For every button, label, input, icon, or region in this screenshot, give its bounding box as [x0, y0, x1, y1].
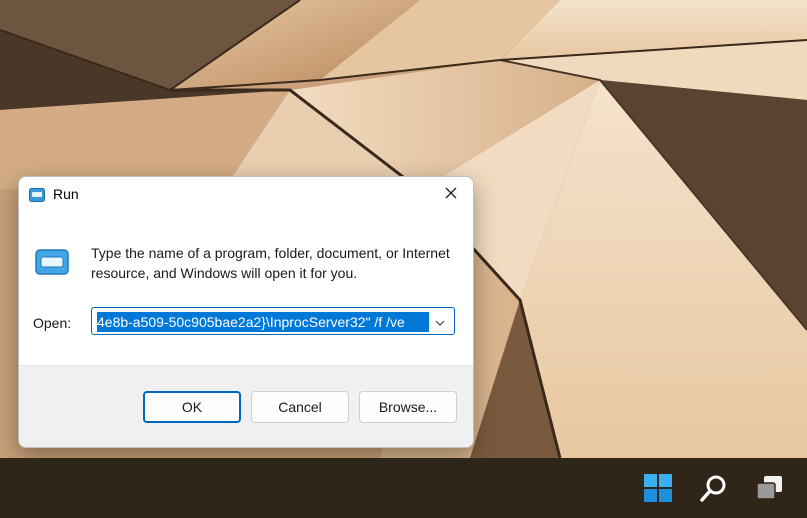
- task-view-icon[interactable]: [754, 472, 786, 504]
- close-icon: [445, 186, 457, 204]
- run-description: Type the name of a program, folder, docu…: [91, 245, 450, 281]
- close-button[interactable]: [437, 181, 465, 209]
- open-label: Open:: [33, 315, 71, 331]
- run-icon: [29, 188, 45, 202]
- cancel-button[interactable]: Cancel: [251, 391, 349, 423]
- open-label-text: Open:: [33, 315, 72, 331]
- dialog-footer: OK Cancel Browse...: [19, 365, 473, 447]
- run-dialog: Run Type the name of a program, folder, …: [18, 176, 474, 448]
- open-dropdown-button[interactable]: [430, 312, 450, 332]
- run-program-icon: [35, 249, 71, 277]
- title-bar[interactable]: Run: [19, 177, 473, 213]
- windows-start-icon[interactable]: [642, 472, 674, 504]
- dialog-title: Run: [53, 186, 79, 202]
- browse-button[interactable]: Browse...: [359, 391, 457, 423]
- open-input[interactable]: 4e8b-a509-50c905bae2a2}\InprocServer32" …: [97, 312, 429, 332]
- taskbar: [0, 458, 807, 518]
- chevron-down-icon: [435, 313, 445, 331]
- ok-button[interactable]: OK: [143, 391, 241, 423]
- open-combobox[interactable]: 4e8b-a509-50c905bae2a2}\InprocServer32" …: [91, 307, 455, 335]
- search-icon[interactable]: [698, 472, 730, 504]
